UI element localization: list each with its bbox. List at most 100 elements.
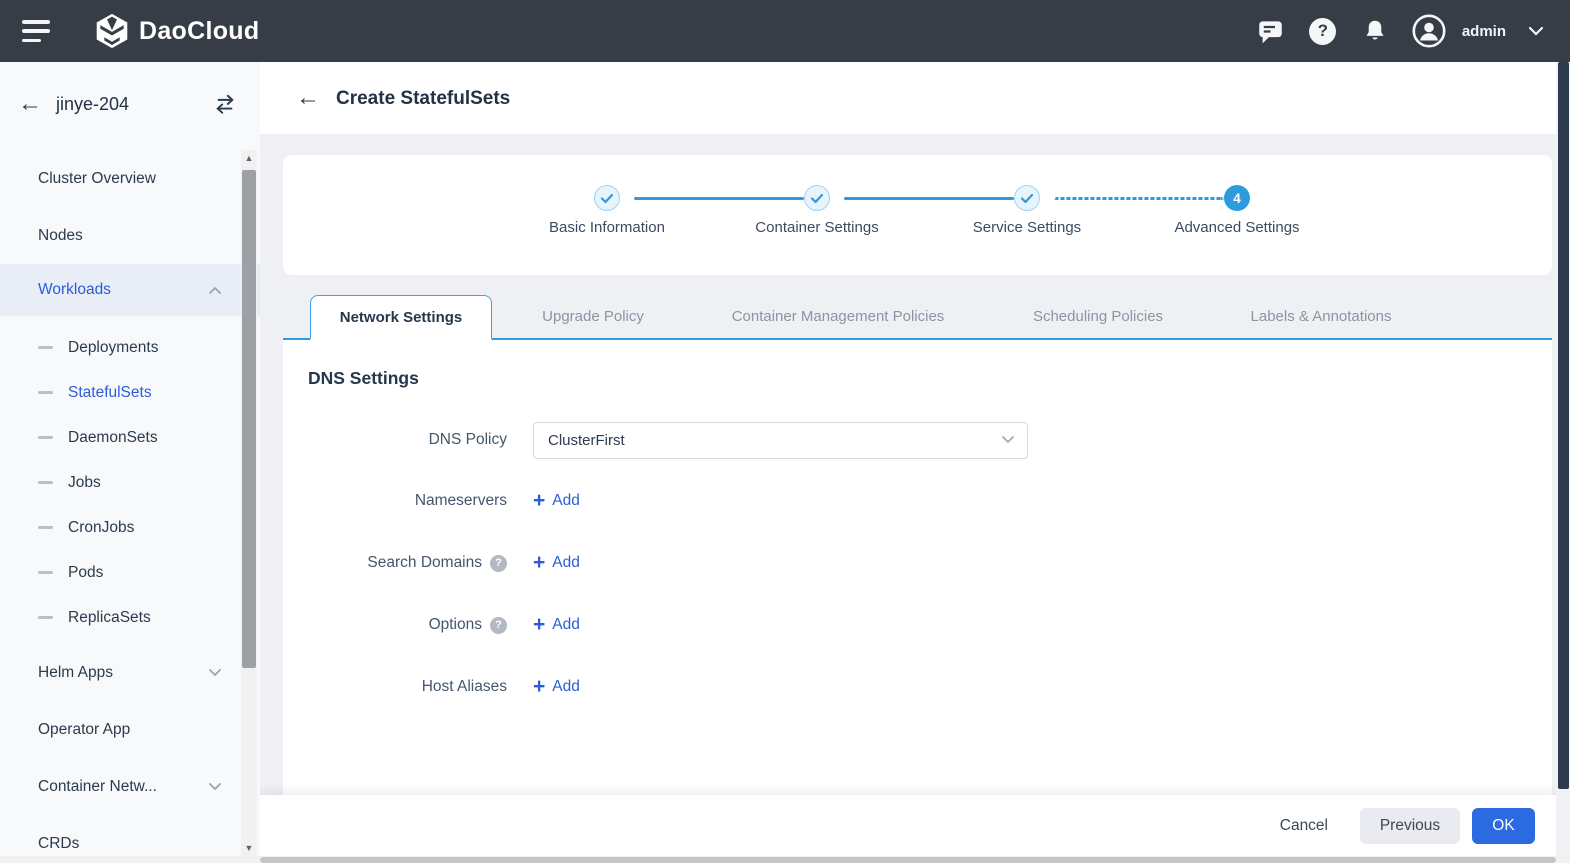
- step-connector-dotted: [1054, 197, 1224, 200]
- sidebar-nav: Cluster Overview Nodes Workloads Deploym…: [0, 150, 260, 856]
- dash-icon: [38, 346, 53, 349]
- sidebar-scrollbar-thumb[interactable]: [242, 170, 256, 668]
- help-icon[interactable]: ?: [1308, 16, 1338, 46]
- step-label: Advanced Settings: [1174, 219, 1300, 236]
- step-container-settings[interactable]: [804, 185, 830, 211]
- section-title: DNS Settings: [308, 368, 419, 388]
- sidebar-item-daemonsets[interactable]: DaemonSets: [0, 415, 260, 460]
- ok-button[interactable]: OK: [1472, 807, 1535, 844]
- tab-upgrade-policy[interactable]: Upgrade Policy: [492, 294, 694, 338]
- search-domains-label: Search Domains: [367, 554, 482, 571]
- step-label: Container Settings: [755, 219, 879, 236]
- step-service-settings[interactable]: [1014, 185, 1040, 211]
- sidebar-item-container-network[interactable]: Container Netw...: [0, 758, 260, 815]
- sidebar-item-statefulsets[interactable]: StatefulSets: [0, 370, 260, 415]
- wizard-stepper: 4 Basic Information Container Settings S…: [283, 155, 1552, 275]
- search-domains-add-button[interactable]: + Add: [533, 550, 580, 574]
- options-row: Options ? + Add: [283, 606, 1552, 644]
- horizontal-scrollbar: [0, 856, 1570, 863]
- nameservers-add-button[interactable]: + Add: [533, 488, 580, 512]
- cancel-button[interactable]: Cancel: [1280, 808, 1328, 844]
- sidebar-item-jobs[interactable]: Jobs: [0, 460, 260, 505]
- step-label: Service Settings: [972, 219, 1082, 236]
- sidebar-item-helm-apps[interactable]: Helm Apps: [0, 644, 260, 701]
- dash-icon: [38, 391, 53, 394]
- tab-scheduling-policies[interactable]: Scheduling Policies: [982, 294, 1214, 338]
- main-vertical-scrollbar-thumb[interactable]: [1557, 62, 1569, 789]
- sidebar-item-cluster-overview[interactable]: Cluster Overview: [0, 150, 260, 207]
- top-navigation-bar: DaoCloud ? admin: [0, 0, 1570, 62]
- menu-hamburger-icon[interactable]: [22, 20, 52, 42]
- step-advanced-settings[interactable]: 4: [1224, 185, 1250, 211]
- search-domains-row: Search Domains ? + Add: [283, 544, 1552, 582]
- plus-icon: +: [533, 550, 546, 574]
- step-connector: [634, 197, 804, 200]
- user-menu-chevron-down-icon[interactable]: [1528, 26, 1544, 36]
- tab-labels-annotations[interactable]: Labels & Annotations: [1214, 294, 1428, 338]
- sidebar-item-crds[interactable]: CRDs: [0, 815, 260, 856]
- dash-icon: [38, 616, 53, 619]
- sidebar: ← jinye-204 Cluster Overview Nodes Workl…: [0, 62, 260, 863]
- options-label: Options: [428, 616, 482, 633]
- main-content: 4 Basic Information Container Settings S…: [260, 134, 1556, 856]
- nameservers-row: Nameservers + Add: [283, 482, 1552, 520]
- dns-policy-row: DNS Policy ClusterFirst: [283, 421, 1552, 459]
- wizard-footer: Cancel Previous OK: [260, 795, 1556, 856]
- host-aliases-add-button[interactable]: + Add: [533, 674, 580, 698]
- sidebar-item-operator-app[interactable]: Operator App: [0, 701, 260, 758]
- select-chevron-down-icon: [1001, 435, 1015, 444]
- sidebar-scrollbar: ▲ ▼: [241, 150, 257, 856]
- dash-icon: [38, 481, 53, 484]
- sidebar-item-replicasets[interactable]: ReplicaSets: [0, 595, 260, 640]
- user-avatar-icon[interactable]: [1412, 14, 1446, 48]
- page-header: ← Create StatefulSets: [260, 62, 1556, 134]
- nameservers-label: Nameservers: [414, 492, 507, 509]
- main-vertical-scrollbar: [1556, 62, 1570, 863]
- plus-icon: +: [533, 674, 546, 698]
- host-aliases-label: Host Aliases: [421, 678, 507, 695]
- brand-name: DaoCloud: [139, 16, 260, 45]
- sidebar-item-pods[interactable]: Pods: [0, 550, 260, 595]
- chevron-down-icon: [208, 668, 222, 677]
- messages-icon[interactable]: [1256, 16, 1286, 46]
- tab-network-settings[interactable]: Network Settings: [310, 295, 492, 340]
- dns-policy-value: ClusterFirst: [548, 431, 625, 449]
- previous-button[interactable]: Previous: [1360, 807, 1460, 844]
- chevron-down-icon: [208, 782, 222, 791]
- check-icon: [1020, 193, 1034, 203]
- sidebar-item-deployments[interactable]: Deployments: [0, 325, 260, 370]
- sidebar-item-cronjobs[interactable]: CronJobs: [0, 505, 260, 550]
- scroll-up-arrow-icon[interactable]: ▲: [241, 150, 257, 166]
- dash-icon: [38, 436, 53, 439]
- chevron-up-icon: [208, 286, 222, 295]
- sidebar-item-workloads[interactable]: Workloads: [0, 264, 260, 316]
- notifications-bell-icon[interactable]: [1360, 16, 1390, 46]
- cluster-back-arrow-icon[interactable]: ←: [18, 92, 42, 116]
- options-add-button[interactable]: + Add: [533, 612, 580, 636]
- username-label: admin: [1461, 22, 1506, 40]
- horizontal-scrollbar-thumb[interactable]: [260, 856, 1556, 863]
- step-label: Basic Information: [549, 219, 665, 236]
- plus-icon: +: [533, 488, 546, 512]
- dns-policy-select[interactable]: ClusterFirst: [533, 421, 1028, 459]
- search-domains-help-icon[interactable]: ?: [490, 554, 507, 572]
- page-title: Create StatefulSets: [336, 88, 511, 109]
- cluster-name: jinye-204: [56, 94, 130, 114]
- page-back-arrow-icon[interactable]: ←: [296, 86, 320, 110]
- step-basic-information[interactable]: [594, 185, 620, 211]
- switch-cluster-icon[interactable]: [214, 93, 236, 115]
- check-icon: [810, 193, 824, 203]
- dns-settings-panel: DNS Settings DNS Policy ClusterFirst Nam…: [283, 340, 1552, 795]
- dash-icon: [38, 571, 53, 574]
- dns-policy-label: DNS Policy: [428, 431, 507, 448]
- scroll-down-arrow-icon[interactable]: ▼: [241, 840, 257, 856]
- settings-tabbar: Network Settings Upgrade Policy Containe…: [283, 294, 1552, 340]
- plus-icon: +: [533, 612, 546, 636]
- check-icon: [600, 193, 614, 203]
- tab-container-management-policies[interactable]: Container Management Policies: [694, 294, 982, 338]
- sidebar-item-nodes[interactable]: Nodes: [0, 207, 260, 264]
- brand-logo[interactable]: DaoCloud: [94, 13, 259, 49]
- options-help-icon[interactable]: ?: [490, 616, 507, 634]
- step-connector: [844, 197, 1014, 200]
- dash-icon: [38, 526, 53, 529]
